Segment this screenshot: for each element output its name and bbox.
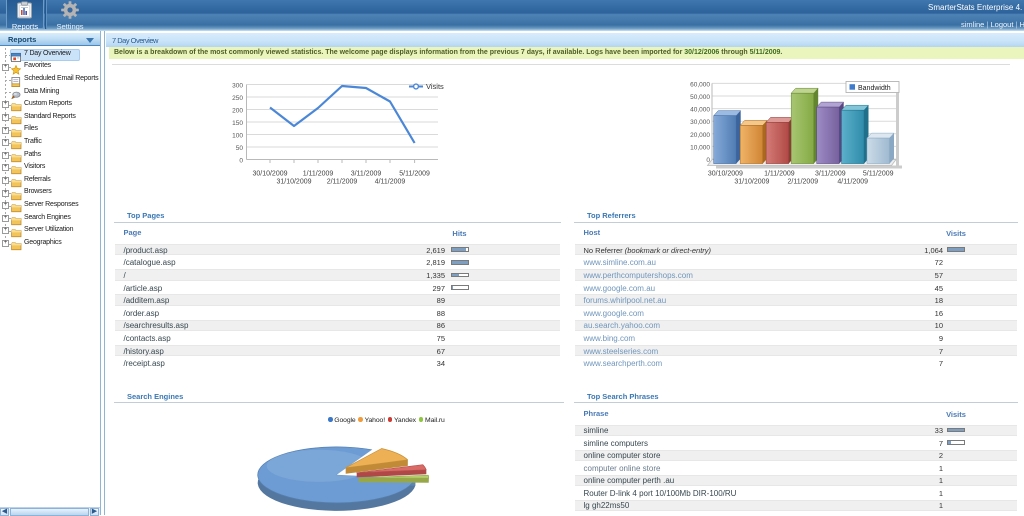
svg-text:Visits: Visits [426,82,444,91]
svg-text:300: 300 [232,83,243,90]
svg-text:5/11/2009: 5/11/2009 [399,171,430,178]
svg-text:2/11/2009: 2/11/2009 [327,179,358,186]
svg-text:5/11/2009: 5/11/2009 [863,171,894,178]
svg-text:200: 200 [232,108,243,115]
svg-text:Bandwidth: Bandwidth [858,85,891,92]
svg-text:1/11/2009: 1/11/2009 [303,171,334,178]
svg-text:4/11/2009: 4/11/2009 [837,179,868,186]
svg-text:31/10/2009: 31/10/2009 [276,179,311,186]
svg-text:40,000: 40,000 [690,107,710,114]
svg-text:4/11/2009: 4/11/2009 [375,179,406,186]
svg-text:3/11/2009: 3/11/2009 [815,171,846,178]
svg-text:50: 50 [236,145,244,152]
svg-text:31/10/2009: 31/10/2009 [734,179,769,186]
svg-text:100: 100 [232,133,243,140]
svg-text:2/11/2009: 2/11/2009 [787,179,818,186]
svg-text:3/11/2009: 3/11/2009 [351,171,382,178]
svg-text:30,000: 30,000 [690,119,710,126]
svg-text:10,000: 10,000 [690,144,710,151]
svg-text:30/10/2009: 30/10/2009 [252,171,287,178]
svg-text:1/11/2009: 1/11/2009 [764,171,795,178]
svg-text:30/10/2009: 30/10/2009 [708,171,743,178]
svg-text:60,000: 60,000 [690,81,710,88]
svg-text:250: 250 [232,95,243,102]
svg-text:50,000: 50,000 [690,94,710,101]
svg-text:0: 0 [239,158,243,165]
svg-text:20,000: 20,000 [690,132,710,139]
svg-text:150: 150 [232,120,243,127]
